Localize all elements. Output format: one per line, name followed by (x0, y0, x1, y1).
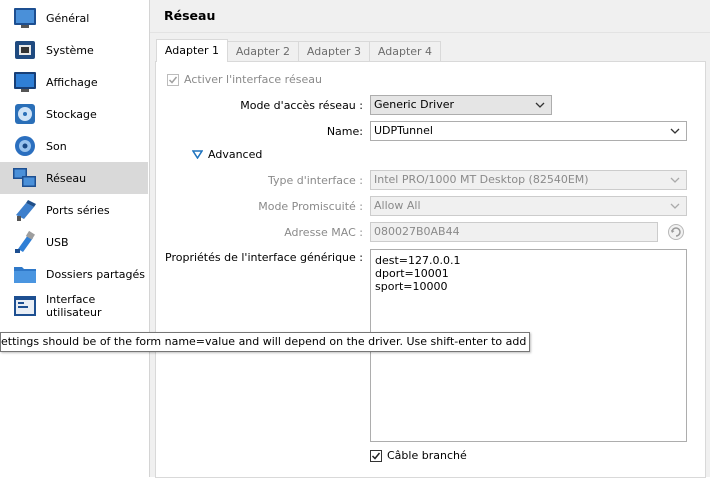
expand-arrow-icon (192, 150, 203, 159)
advanced-label: Advanced (208, 148, 263, 161)
sidebar-item-serial-ports[interactable]: Ports séries (0, 194, 148, 226)
sidebar-item-system[interactable]: Système (0, 34, 148, 66)
sidebar-item-label: USB (46, 235, 69, 249)
general-icon (12, 5, 38, 31)
sidebar-item-label: Stockage (46, 107, 97, 121)
mac-address-value: 080027B0AB44 (374, 225, 460, 238)
promiscuous-mode-select[interactable]: Allow All (370, 196, 687, 216)
sidebar-item-audio[interactable]: Son (0, 130, 148, 162)
sidebar-item-general[interactable]: Général (0, 2, 148, 34)
shared-folders-icon (12, 261, 38, 287)
sidebar-item-label: Système (46, 43, 94, 57)
generic-properties-label: Propriétés de l'interface générique : (165, 251, 363, 264)
tab-adapter-1[interactable]: Adapter 1 (156, 39, 228, 62)
name-label: Name: (326, 125, 363, 138)
refresh-mac-button[interactable] (667, 223, 685, 241)
property-line: sport=10000 (375, 280, 448, 293)
refresh-icon (668, 224, 684, 240)
cable-connected-label: Câble branché (387, 449, 467, 462)
settings-page: Réseau Adapter 1 Adapter 2 Adapter 3 Ada… (150, 0, 710, 478)
enable-adapter-label: Activer l'interface réseau (184, 73, 322, 86)
mac-address-field[interactable]: 080027B0AB44 (370, 222, 658, 242)
sidebar-item-label: Dossiers partagés (46, 267, 146, 281)
promiscuous-mode-value: Allow All (374, 199, 421, 212)
serial-ports-icon (12, 197, 38, 223)
property-line: dport=10001 (375, 267, 449, 280)
sidebar-item-label: Interface utilisateur (46, 293, 102, 319)
system-icon (12, 37, 38, 63)
adapter-type-value: Intel PRO/1000 MT Desktop (82540EM) (374, 173, 589, 186)
enable-adapter-checkbox[interactable] (167, 74, 179, 86)
promiscuous-mode-label: Mode Promiscuité : (258, 200, 363, 213)
audio-icon (12, 133, 38, 159)
name-combobox[interactable]: UDPTunnel (370, 121, 687, 141)
chevron-down-icon (670, 203, 680, 209)
tooltip: ettings should be of the form name=value… (0, 332, 530, 352)
storage-icon (12, 101, 38, 127)
sidebar-item-storage[interactable]: Stockage (0, 98, 148, 130)
advanced-toggle[interactable]: Advanced (192, 148, 262, 161)
divider (150, 32, 710, 33)
sidebar-item-shared-folders[interactable]: Dossiers partagés (0, 258, 148, 290)
attached-to-label: Mode d'accès réseau : (240, 99, 363, 112)
usb-icon (12, 229, 38, 255)
attached-to-value: Generic Driver (374, 98, 455, 111)
adapter-type-select[interactable]: Intel PRO/1000 MT Desktop (82540EM) (370, 170, 687, 190)
display-icon (12, 69, 38, 95)
tab-adapter-2[interactable]: Adapter 2 (227, 41, 299, 62)
attached-to-select[interactable]: Generic Driver (370, 95, 552, 115)
sidebar-item-network[interactable]: Réseau (0, 162, 148, 194)
chevron-down-icon (670, 177, 680, 183)
settings-sidebar: Général Système Affichage Stockage Son R… (0, 0, 150, 477)
sidebar-item-label: Réseau (46, 171, 87, 185)
tab-adapter-4[interactable]: Adapter 4 (369, 41, 441, 62)
tab-adapter-3[interactable]: Adapter 3 (298, 41, 370, 62)
sidebar-item-label: Général (46, 11, 90, 25)
adapter-panel: Activer l'interface réseau Mode d'accès … (155, 61, 706, 478)
property-line: dest=127.0.0.1 (375, 254, 461, 267)
network-icon (12, 165, 38, 191)
sidebar-item-display[interactable]: Affichage (0, 66, 148, 98)
mac-address-label: Adresse MAC : (284, 226, 363, 239)
sidebar-item-usb[interactable]: USB (0, 226, 148, 258)
sidebar-item-label: Affichage (46, 75, 98, 89)
sidebar-item-label: Son (46, 139, 67, 153)
adapter-type-label: Type d'interface : (267, 174, 363, 187)
page-title: Réseau (164, 8, 216, 23)
sidebar-item-user-interface[interactable]: Interface utilisateur (0, 290, 148, 322)
chevron-down-icon (535, 102, 545, 108)
user-interface-icon (12, 293, 38, 319)
sidebar-item-label: Ports séries (46, 203, 110, 217)
chevron-down-icon (670, 128, 680, 134)
name-value: UDPTunnel (374, 124, 433, 137)
cable-connected-checkbox[interactable] (370, 450, 382, 462)
